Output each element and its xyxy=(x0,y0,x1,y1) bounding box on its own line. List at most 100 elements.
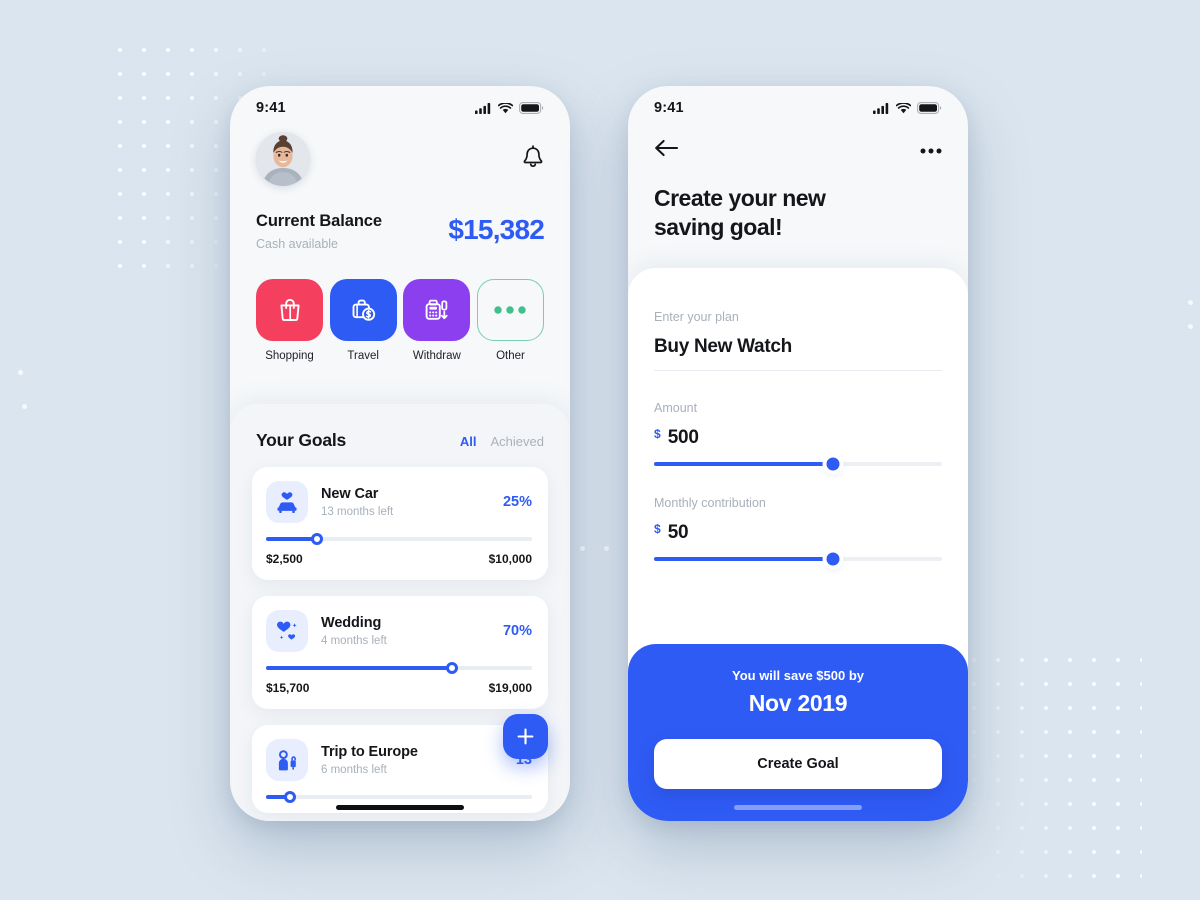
goal-target-value: $19,000 xyxy=(488,681,532,695)
monthly-currency-symbol: $ xyxy=(654,522,661,536)
status-bar-create: 9:41 xyxy=(628,86,968,122)
goals-sheet: Your Goals All Achieved New Car 13 month… xyxy=(230,404,570,821)
back-button[interactable] xyxy=(654,139,679,162)
hearts-icon xyxy=(277,621,297,640)
dot-grid-bottom-right xyxy=(962,648,1142,878)
bell-icon xyxy=(523,144,543,167)
goal-card[interactable]: New Car 13 months left 25% $2,500 $10,00… xyxy=(252,467,548,580)
monthly-value-row[interactable]: $ 50 xyxy=(654,522,942,544)
create-nav-bar xyxy=(654,128,942,172)
goals-title: Your Goals xyxy=(256,430,347,450)
goal-percent: 70% xyxy=(502,623,532,639)
cellular-signal-icon xyxy=(873,102,889,114)
page-title: Create your new saving goal! xyxy=(654,184,942,242)
create-header: Create your new saving goal! xyxy=(628,122,968,242)
page-title-line2: saving goal! xyxy=(654,213,783,240)
car-heart-icon xyxy=(277,492,297,513)
status-icons xyxy=(873,102,942,114)
goal-text: Trip to Europe 6 months left xyxy=(321,744,516,776)
amount-label: Amount xyxy=(654,401,698,415)
goal-progress-knob[interactable] xyxy=(283,791,296,803)
action-tile-other xyxy=(476,279,544,341)
tab-all[interactable]: All xyxy=(460,434,477,449)
cta-savings-line: You will save $500 by xyxy=(732,668,864,683)
balance-texts: Current Balance Cash available xyxy=(256,212,382,251)
phone-create-goal-screen: 9:41 Create your new saving goal! Enter … xyxy=(628,86,968,821)
goal-card-top: Wedding 4 months left 70% xyxy=(266,610,532,652)
wifi-icon xyxy=(896,102,911,113)
battery-icon xyxy=(917,102,942,114)
goal-values: $15,700 $19,000 xyxy=(266,681,532,695)
goal-icon-wrap xyxy=(266,610,308,652)
battery-icon xyxy=(519,102,544,114)
amount-slider-fill xyxy=(654,462,833,466)
monthly-value[interactable]: 50 xyxy=(668,522,689,544)
goal-time-left: 13 months left xyxy=(321,506,394,518)
action-tile-shopping xyxy=(256,279,323,341)
goal-name: Trip to Europe xyxy=(321,744,418,760)
goal-progress-track[interactable] xyxy=(266,533,532,545)
goal-progress-track[interactable] xyxy=(266,662,532,674)
decorative-dot xyxy=(604,546,609,551)
goal-card[interactable]: Wedding 4 months left 70% $15,700 $19,00… xyxy=(252,596,548,709)
ellipsis-horizontal-icon xyxy=(920,148,942,154)
goal-time-left: 4 months left xyxy=(321,635,387,647)
monthly-slider-knob[interactable] xyxy=(826,552,840,566)
field-plan[interactable]: Enter your plan Buy New Watch xyxy=(654,310,942,371)
action-label-travel: Travel xyxy=(347,350,379,362)
action-label-other: Other xyxy=(496,350,525,362)
action-other[interactable]: Other xyxy=(476,279,544,362)
add-goal-button[interactable] xyxy=(503,714,548,759)
plus-icon xyxy=(517,728,534,745)
home-indicator xyxy=(734,805,862,810)
action-travel[interactable]: Travel xyxy=(329,279,397,362)
goal-current-value: $2,500 xyxy=(266,552,303,566)
monthly-slider[interactable] xyxy=(654,552,942,566)
amount-slider-knob[interactable] xyxy=(826,457,840,471)
field-amount: Amount $ 500 xyxy=(654,401,942,471)
action-withdraw[interactable]: Withdraw xyxy=(403,279,471,362)
amount-slider[interactable] xyxy=(654,457,942,471)
monthly-label: Monthly contribution xyxy=(654,496,766,510)
decorative-dot xyxy=(18,370,23,375)
balance-sublabel: Cash available xyxy=(256,237,338,251)
goal-progress-knob[interactable] xyxy=(310,533,323,545)
decorative-dot xyxy=(22,404,27,409)
balance-amount: $15,382 xyxy=(448,214,544,245)
goal-name: Wedding xyxy=(321,615,382,631)
action-shopping[interactable]: Shopping xyxy=(256,279,323,362)
amount-value[interactable]: 500 xyxy=(668,427,699,449)
create-goal-button[interactable]: Create Goal xyxy=(654,739,942,789)
tab-achieved[interactable]: Achieved xyxy=(491,434,544,449)
plan-label: Enter your plan xyxy=(654,310,739,324)
goal-progress-fill xyxy=(266,666,453,670)
home-top-row xyxy=(256,132,544,186)
plan-input[interactable]: Buy New Watch xyxy=(654,336,942,371)
quick-actions: Shopping Travel Withdraw Other xyxy=(256,279,544,362)
goal-progress-track[interactable] xyxy=(266,791,532,803)
monthly-slider-fill xyxy=(654,557,833,561)
goal-progress-knob[interactable] xyxy=(446,662,459,674)
avatar-illustration xyxy=(256,132,310,186)
shopping-bag-icon xyxy=(279,298,300,321)
amount-value-row[interactable]: $ 500 xyxy=(654,427,942,449)
goal-text: New Car 13 months left xyxy=(321,486,503,518)
goal-icon-wrap xyxy=(266,739,308,781)
cellular-signal-icon xyxy=(475,102,491,114)
more-options-button[interactable] xyxy=(920,141,942,159)
action-tile-travel xyxy=(329,279,397,341)
field-monthly: Monthly contribution $ 50 xyxy=(654,496,942,566)
status-time: 9:41 xyxy=(256,100,286,116)
traveler-luggage-icon xyxy=(278,750,296,771)
action-label-withdraw: Withdraw xyxy=(412,350,461,362)
goals-header: Your Goals All Achieved xyxy=(252,430,548,451)
user-avatar[interactable] xyxy=(256,132,310,186)
goal-card-top: New Car 13 months left 25% xyxy=(266,481,532,523)
goal-name: New Car xyxy=(321,486,379,502)
home-header: Current Balance Cash available $15,382 S… xyxy=(230,122,570,362)
goal-percent: 25% xyxy=(502,494,532,510)
cta-card: You will save $500 by Nov 2019 Create Go… xyxy=(628,644,968,821)
action-label-shopping: Shopping xyxy=(265,350,314,362)
goal-values: $2,500 $10,000 xyxy=(266,552,532,566)
notification-bell-button[interactable] xyxy=(522,144,544,174)
